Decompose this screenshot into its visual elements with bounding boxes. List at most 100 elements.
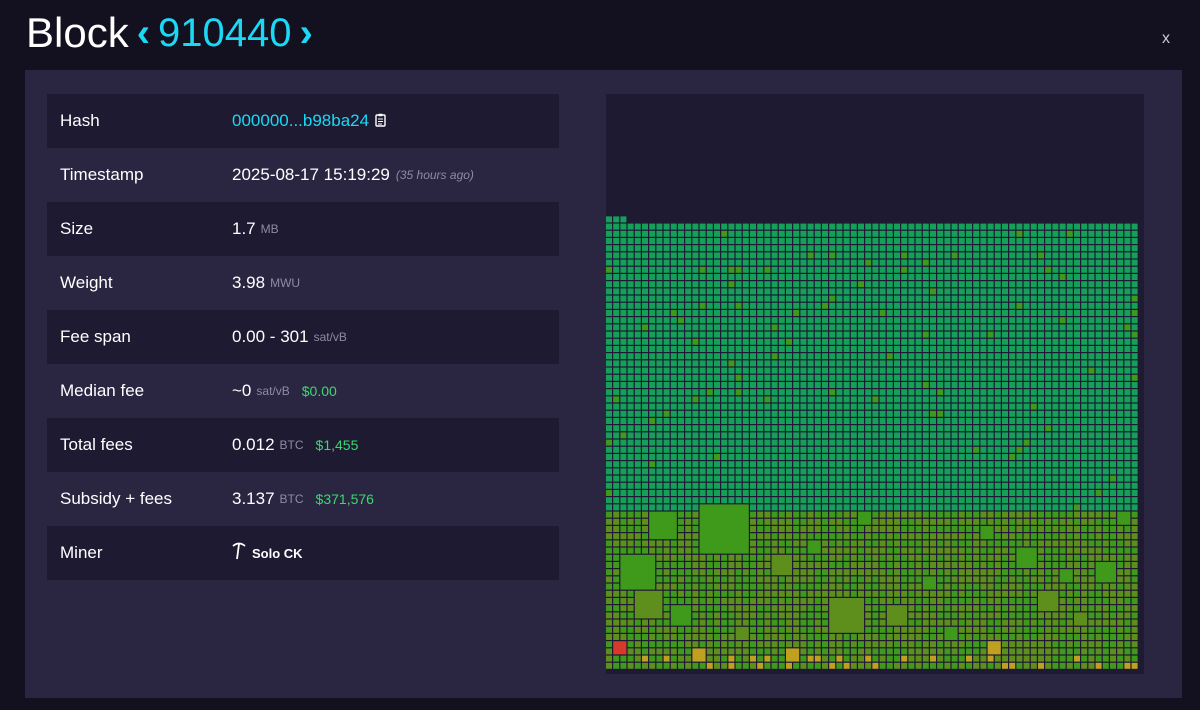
- transaction-square[interactable]: [1052, 619, 1059, 626]
- transaction-square[interactable]: [901, 274, 908, 280]
- transaction-square[interactable]: [642, 331, 648, 338]
- transaction-square[interactable]: [807, 583, 814, 590]
- transaction-square[interactable]: [836, 396, 843, 403]
- transaction-square[interactable]: [685, 288, 692, 295]
- transaction-square[interactable]: [1016, 353, 1023, 360]
- transaction-square[interactable]: [944, 259, 951, 266]
- transaction-square[interactable]: [980, 655, 987, 662]
- transaction-square[interactable]: [692, 662, 699, 669]
- transaction-square[interactable]: [915, 324, 922, 331]
- transaction-square[interactable]: [987, 281, 994, 288]
- transaction-square[interactable]: [937, 382, 944, 388]
- transaction-square[interactable]: [670, 324, 677, 331]
- transaction-square[interactable]: [850, 468, 857, 475]
- transaction-square[interactable]: [678, 338, 684, 345]
- transaction-square[interactable]: [958, 374, 965, 381]
- transaction-square[interactable]: [994, 432, 1001, 439]
- transaction-square[interactable]: [613, 410, 620, 417]
- transaction-square[interactable]: [958, 461, 965, 468]
- transaction-square[interactable]: [807, 619, 814, 626]
- transaction-square[interactable]: [865, 461, 872, 468]
- transaction-square[interactable]: [634, 360, 641, 367]
- transaction-square[interactable]: [793, 634, 800, 640]
- transaction-square[interactable]: [699, 353, 706, 360]
- transaction-square[interactable]: [757, 266, 764, 273]
- transaction-square[interactable]: [656, 626, 663, 633]
- transaction-square[interactable]: [699, 446, 706, 453]
- transaction-square[interactable]: [1117, 468, 1124, 475]
- transaction-square[interactable]: [606, 252, 612, 259]
- transaction-square[interactable]: [894, 360, 900, 367]
- transaction-square[interactable]: [1009, 562, 1016, 568]
- transaction-square[interactable]: [742, 302, 749, 309]
- transaction-square[interactable]: [1059, 346, 1066, 352]
- transaction-square[interactable]: [1110, 238, 1116, 244]
- transaction-square[interactable]: [807, 432, 814, 439]
- transaction-square[interactable]: [771, 338, 778, 345]
- transaction-square[interactable]: [814, 662, 821, 669]
- transaction-square[interactable]: [1110, 317, 1116, 324]
- transaction-square[interactable]: [908, 252, 915, 259]
- transaction-square[interactable]: [721, 461, 728, 468]
- transaction-square[interactable]: [994, 238, 1001, 244]
- transaction-square[interactable]: [822, 576, 828, 583]
- transaction-square[interactable]: [771, 382, 778, 388]
- transaction-square[interactable]: [865, 302, 872, 309]
- transaction-square[interactable]: [930, 317, 936, 324]
- transaction-square[interactable]: [728, 317, 735, 324]
- transaction-square[interactable]: [987, 576, 994, 583]
- transaction-square[interactable]: [850, 274, 857, 280]
- transaction-square[interactable]: [613, 439, 620, 446]
- transaction-square[interactable]: [879, 338, 886, 345]
- transaction-square[interactable]: [627, 295, 634, 302]
- transaction-square[interactable]: [930, 281, 936, 288]
- transaction-square[interactable]: [1002, 439, 1008, 446]
- transaction-square[interactable]: [1066, 468, 1073, 475]
- transaction-square[interactable]: [1030, 526, 1037, 532]
- transaction-square[interactable]: [670, 295, 677, 302]
- transaction-square[interactable]: [980, 274, 987, 280]
- transaction-square[interactable]: [901, 331, 908, 338]
- transaction-square[interactable]: [663, 547, 670, 554]
- transaction-square[interactable]: [1110, 310, 1116, 316]
- transaction-square[interactable]: [1124, 418, 1131, 424]
- transaction-square[interactable]: [706, 346, 713, 352]
- transaction-square[interactable]: [980, 389, 987, 396]
- transaction-square[interactable]: [829, 324, 836, 331]
- transaction-square[interactable]: [858, 461, 864, 468]
- transaction-square[interactable]: [800, 259, 807, 266]
- transaction-square[interactable]: [1117, 590, 1124, 597]
- transaction-square[interactable]: [786, 396, 792, 403]
- transaction-square[interactable]: [865, 288, 872, 295]
- transaction-square[interactable]: [663, 403, 670, 410]
- transaction-square[interactable]: [1023, 454, 1030, 460]
- transaction-square[interactable]: [764, 396, 771, 403]
- transaction-square[interactable]: [793, 569, 800, 576]
- transaction-square[interactable]: [764, 266, 771, 273]
- transaction-square[interactable]: [721, 367, 728, 374]
- transaction-square[interactable]: [1038, 331, 1044, 338]
- transaction-square[interactable]: [1009, 374, 1016, 381]
- transaction-square[interactable]: [966, 353, 972, 360]
- transaction-square[interactable]: [786, 590, 792, 597]
- transaction-square[interactable]: [699, 324, 706, 331]
- transaction-square[interactable]: [908, 655, 915, 662]
- transaction-square[interactable]: [735, 324, 742, 331]
- transaction-block-large[interactable]: [922, 576, 936, 590]
- transaction-square[interactable]: [843, 374, 850, 381]
- transaction-square[interactable]: [843, 295, 850, 302]
- transaction-square[interactable]: [980, 634, 987, 640]
- transaction-square[interactable]: [1052, 648, 1059, 655]
- transaction-square[interactable]: [1081, 547, 1088, 554]
- transaction-square[interactable]: [1110, 655, 1116, 662]
- transaction-square[interactable]: [735, 497, 742, 504]
- transaction-square[interactable]: [966, 382, 972, 388]
- transaction-square[interactable]: [1081, 302, 1088, 309]
- transaction-square[interactable]: [728, 468, 735, 475]
- transaction-square[interactable]: [1052, 310, 1059, 316]
- transaction-square[interactable]: [987, 490, 994, 496]
- transaction-square[interactable]: [606, 274, 612, 280]
- transaction-square[interactable]: [886, 295, 893, 302]
- transaction-square[interactable]: [987, 583, 994, 590]
- transaction-square[interactable]: [1074, 410, 1080, 417]
